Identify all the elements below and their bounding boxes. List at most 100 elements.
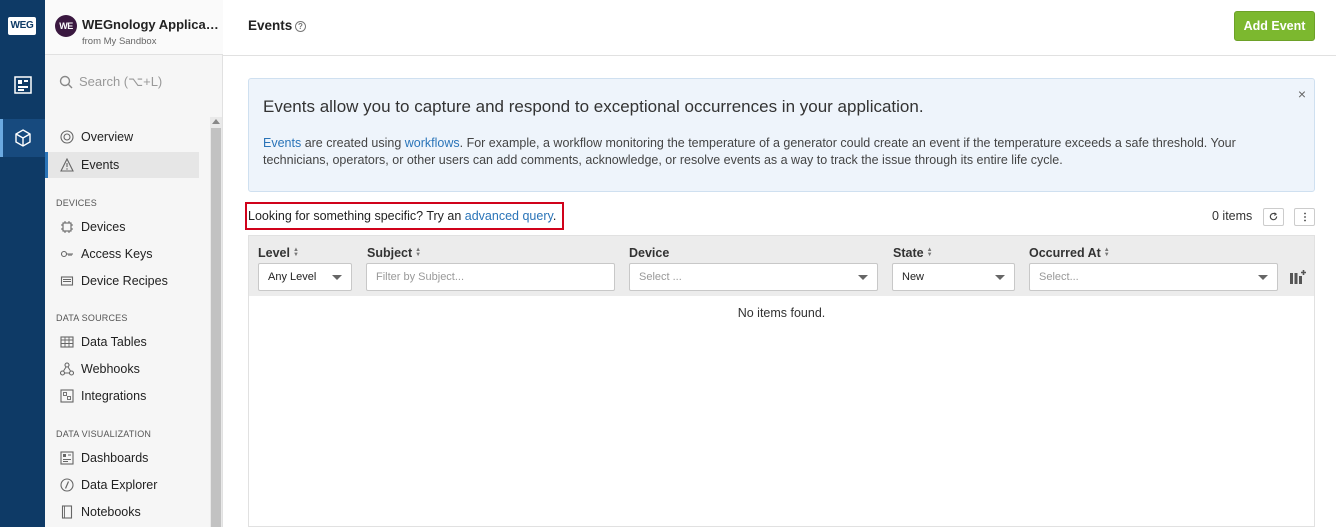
key-icon xyxy=(59,247,74,262)
column-label: Device xyxy=(629,246,670,260)
page-header: Events ? Add Event xyxy=(223,0,1336,56)
occurred-at-filter-select[interactable]: Select... xyxy=(1029,263,1278,291)
sidebar-item-label: Webhooks xyxy=(81,362,140,376)
chevron-down-icon xyxy=(995,275,1005,280)
state-filter-select[interactable]: New xyxy=(892,263,1015,291)
sidebar-item-overview[interactable]: Overview xyxy=(45,124,199,150)
events-link[interactable]: Events xyxy=(263,136,301,150)
column-header-device[interactable]: Device xyxy=(629,246,669,260)
scroll-up-arrow-icon[interactable] xyxy=(212,119,220,124)
sort-icon: ▲ ▼ xyxy=(926,247,933,258)
more-options-button[interactable] xyxy=(1294,208,1315,226)
app-avatar: WE xyxy=(55,15,77,37)
column-header-level[interactable]: Level ▲ ▼ xyxy=(258,246,299,260)
help-icon[interactable]: ? xyxy=(295,21,306,32)
level-filter-select[interactable]: Any Level xyxy=(258,263,352,291)
rail-dashboard-button[interactable] xyxy=(0,66,45,104)
search-placeholder: Search (⌥+L) xyxy=(79,74,163,89)
select-value: Any Level xyxy=(268,271,317,283)
chevron-down-icon xyxy=(1258,275,1268,280)
notebook-icon xyxy=(59,505,74,520)
column-label: Subject xyxy=(367,246,413,260)
explorer-icon xyxy=(59,478,74,493)
sidebar-item-label: Device Recipes xyxy=(81,274,168,288)
sidebar-item-webhooks[interactable]: Webhooks xyxy=(45,356,199,382)
sidebar-item-data-explorer[interactable]: Data Explorer xyxy=(45,472,199,498)
items-count: 0 items xyxy=(1212,209,1253,223)
sidebar-item-data-tables[interactable]: Data Tables xyxy=(45,329,199,355)
weg-logo[interactable]: WEG xyxy=(8,17,36,35)
select-placeholder: Select... xyxy=(1039,271,1079,283)
sidebar-item-access-keys[interactable]: Access Keys xyxy=(45,241,199,267)
sidebar-item-label: Devices xyxy=(81,220,126,234)
more-vertical-icon xyxy=(1303,212,1306,222)
sidebar-item-dashboards[interactable]: Dashboards xyxy=(45,445,199,471)
sort-icon: ▲ ▼ xyxy=(292,247,299,258)
sidebar-item-devices[interactable]: Devices xyxy=(45,214,199,240)
main-content: Events ? Add Event Events allow you to c… xyxy=(223,0,1336,527)
query-suffix: . xyxy=(552,209,557,223)
sidebar-item-integrations[interactable]: Integrations xyxy=(45,383,199,409)
app-subtitle: from My Sandbox xyxy=(82,36,157,47)
empty-state-text: No items found. xyxy=(737,306,826,320)
input-placeholder: Filter by Subject... xyxy=(376,271,465,283)
sidebar-search[interactable]: Search (⌥+L) xyxy=(59,74,162,90)
sidebar-item-label: Dashboards xyxy=(81,451,149,465)
search-icon xyxy=(59,75,73,89)
column-header-subject[interactable]: Subject ▲ ▼ xyxy=(367,246,421,260)
app-rail: WEG xyxy=(0,0,45,527)
sidebar-item-label: Integrations xyxy=(81,389,147,403)
info-title: Events allow you to capture and respond … xyxy=(263,97,924,116)
column-header-occurred-at[interactable]: Occurred At ▲ ▼ xyxy=(1029,246,1110,260)
section-label-devices: DEVICES xyxy=(56,198,97,208)
webhook-icon xyxy=(59,362,74,377)
advanced-query-link[interactable]: advanced query xyxy=(465,209,553,223)
column-label: Occurred At xyxy=(1029,246,1101,260)
select-placeholder: Select ... xyxy=(639,271,682,283)
sidebar-item-label: Notebooks xyxy=(81,505,141,519)
advanced-query-prompt: Looking for something specific? Try an a… xyxy=(248,209,556,223)
cube-icon xyxy=(14,129,31,147)
table-header: Level ▲ ▼ Any Level Subject ▲ ▼ Filter by … xyxy=(249,236,1314,296)
sidebar-item-label: Access Keys xyxy=(81,247,153,261)
events-table: Level ▲ ▼ Any Level Subject ▲ ▼ Filter by … xyxy=(248,235,1315,527)
sidebar-item-label: Events xyxy=(81,158,120,172)
sidebar-item-label: Data Explorer xyxy=(81,478,158,492)
column-label: State xyxy=(893,246,924,260)
rail-applications-button[interactable] xyxy=(0,119,45,157)
sidebar-scrollbar-thumb[interactable] xyxy=(211,128,221,527)
column-settings-icon[interactable] xyxy=(1289,269,1307,285)
query-text: Looking for something specific? Try an xyxy=(248,209,465,223)
column-header-state[interactable]: State ▲ ▼ xyxy=(893,246,933,260)
column-label: Level xyxy=(258,246,290,260)
info-banner: Events allow you to capture and respond … xyxy=(248,78,1315,192)
subject-filter-input[interactable]: Filter by Subject... xyxy=(366,263,615,291)
dashboard-icon xyxy=(13,76,32,94)
page-title: Events xyxy=(248,18,293,33)
close-icon[interactable]: × xyxy=(1298,86,1306,102)
refresh-button[interactable] xyxy=(1263,208,1284,226)
dashboard-icon xyxy=(59,451,74,466)
sidebar-item-notebooks[interactable]: Notebooks xyxy=(45,499,199,525)
warning-icon xyxy=(59,158,74,173)
section-label-data-visualization: DATA VISUALIZATION xyxy=(56,429,152,439)
refresh-icon xyxy=(1269,212,1278,221)
info-body: Events are created using workflows. For … xyxy=(263,135,1293,169)
sort-icon: ▲ ▼ xyxy=(1103,247,1110,258)
workflows-link[interactable]: workflows xyxy=(405,136,460,150)
device-filter-select[interactable]: Select ... xyxy=(629,263,878,291)
section-label-data-sources: DATA SOURCES xyxy=(56,313,128,323)
sidebar-item-device-recipes[interactable]: Device Recipes xyxy=(45,268,199,294)
chevron-down-icon xyxy=(332,275,342,280)
app-name: WEGnology Applicati... xyxy=(82,17,220,32)
table-icon xyxy=(59,335,74,350)
sidebar-item-label: Overview xyxy=(81,130,134,144)
sidebar-item-label: Data Tables xyxy=(81,335,147,349)
info-text: are created using xyxy=(301,136,405,150)
app-switcher[interactable]: WE WEGnology Applicati... from My Sandbo… xyxy=(45,0,223,55)
sidebar-item-events[interactable]: Events xyxy=(45,152,199,178)
chevron-down-icon xyxy=(858,275,868,280)
add-event-button[interactable]: Add Event xyxy=(1234,11,1315,41)
select-value: New xyxy=(902,271,925,283)
integrations-icon xyxy=(59,389,74,404)
